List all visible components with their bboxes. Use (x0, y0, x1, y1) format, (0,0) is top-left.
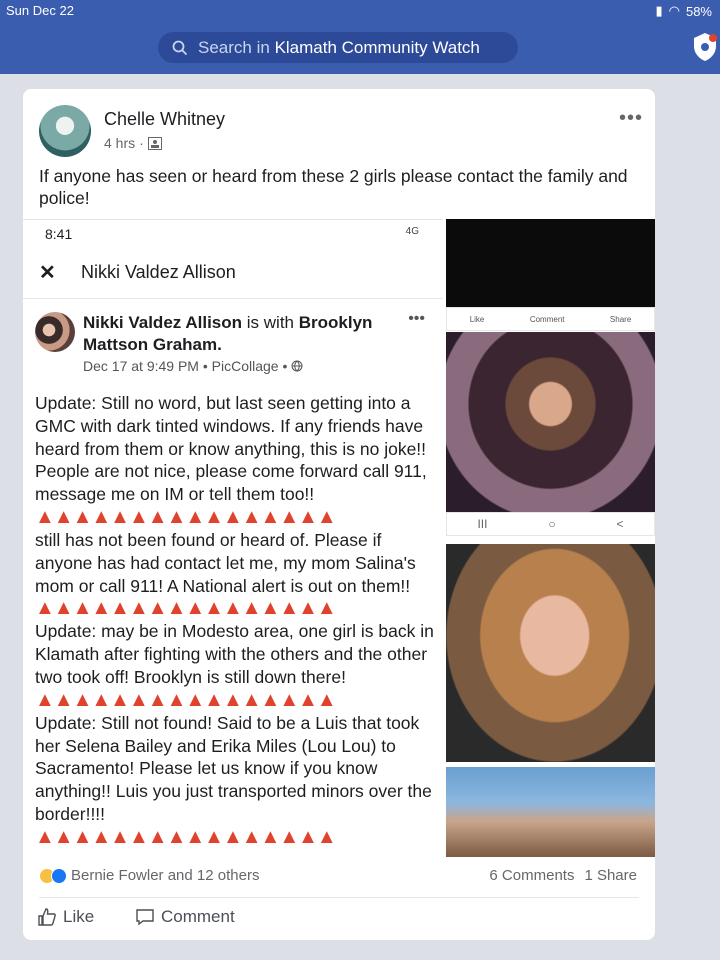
engagement-counts: 6 Comments 1 Share (489, 867, 637, 884)
photo-nav-bar: III ○ < (446, 512, 655, 536)
thumbs-up-icon (38, 908, 56, 926)
search-bar[interactable]: Search in Klamath Community Watch (158, 32, 518, 63)
photo-like: Like (469, 314, 485, 324)
comment-label: Comment (161, 907, 235, 926)
globe-icon (291, 360, 303, 372)
inner-avatar (35, 312, 75, 352)
screenshot-header-title: Nikki Valdez Allison (81, 262, 236, 282)
warning-triangles: ▲▲▲▲▲▲▲▲▲▲▲▲▲▲▲▲ (35, 597, 337, 620)
comment-button[interactable]: Comment (135, 907, 235, 927)
divider (23, 298, 443, 299)
home-icon: ○ (548, 517, 556, 531)
back-icon: < (616, 517, 624, 531)
inner-more-icon: ••• (408, 310, 425, 327)
search-icon (172, 40, 188, 55)
warning-triangles: ▲▲▲▲▲▲▲▲▲▲▲▲▲▲▲▲ (35, 505, 337, 528)
photo-comment: Comment (529, 314, 565, 324)
reactions-summary[interactable]: Bernie Fowler and 12 others (39, 867, 259, 884)
warning-triangles: ▲▲▲▲▲▲▲▲▲▲▲▲▲▲▲▲ (35, 688, 337, 711)
status-icons: ▮ ◠ 58% (655, 3, 712, 19)
reactions-text: Bernie Fowler and 12 others (71, 867, 260, 884)
post-time[interactable]: 4 hrs (104, 135, 135, 151)
screenshot-signal: 4G (405, 226, 419, 237)
battery-percent: 58% (685, 3, 712, 19)
post-text: If anyone has seen or heard from these 2… (39, 166, 628, 208)
photo-girl-1[interactable] (446, 332, 655, 512)
footer-divider (39, 897, 639, 898)
comment-icon (136, 909, 154, 926)
search-group-name: Klamath Community Watch (274, 37, 480, 57)
photo-girl-2[interactable] (446, 544, 655, 762)
post-card: Chelle Whitney 4 hrs · ••• If anyone has… (23, 89, 655, 940)
screenshot-time: 8:41 (45, 226, 73, 242)
wifi-icon: ◠ (668, 3, 680, 18)
post-meta: 4 hrs · (104, 135, 162, 151)
photo-share: Share (609, 314, 632, 324)
dot-separator: · (139, 135, 144, 151)
signal-icon: ▮ (655, 3, 663, 18)
warning-triangles: ▲▲▲▲▲▲▲▲▲▲▲▲▲▲▲▲ (35, 825, 337, 848)
inner-body: Update: Still no word, but last seen get… (35, 392, 435, 849)
photo-action-bar: Like Comment Share (446, 307, 655, 331)
like-reaction-icon (51, 867, 67, 884)
shares-count[interactable]: 1 Share (584, 867, 637, 884)
reaction-icons (39, 867, 67, 884)
update-paragraph-2: still has not been found or heard of. Pl… (35, 529, 416, 596)
recents-icon: III (477, 517, 488, 531)
status-time: Sun Dec 22 (6, 3, 74, 18)
comments-count[interactable]: 6 Comments (489, 867, 574, 884)
like-label: Like (63, 907, 95, 926)
photo-girl-3[interactable] (446, 767, 655, 857)
update-paragraph-3: Update: may be in Modesto area, one girl… (35, 621, 434, 687)
post-author[interactable]: Chelle Whitney (104, 109, 225, 130)
group-privacy-icon (147, 136, 162, 150)
like-button[interactable]: Like (37, 907, 94, 927)
inner-meta: Dec 17 at 9:49 PM • PicCollage • (83, 358, 303, 374)
video-frame (446, 219, 655, 307)
close-icon: ✕ (39, 262, 56, 284)
inner-author-line: Nikki Valdez Allison is with Brooklyn Ma… (83, 313, 373, 354)
more-options-button[interactable]: ••• (619, 107, 643, 130)
shield-icon[interactable] (692, 32, 718, 62)
update-paragraph-4: Update: Still not found! Said to be a Lu… (35, 712, 432, 824)
update-paragraph-1: Update: Still no word, but last seen get… (35, 393, 427, 505)
top-bar: Sun Dec 22 ▮ ◠ 58% Search in Klamath Com… (0, 0, 720, 74)
search-placeholder: Search in Klamath Community Watch (198, 37, 480, 57)
shared-screenshot[interactable]: 8:41 4G ✕ Nikki Valdez Allison Nikki Val… (23, 219, 443, 851)
avatar[interactable] (39, 105, 91, 157)
